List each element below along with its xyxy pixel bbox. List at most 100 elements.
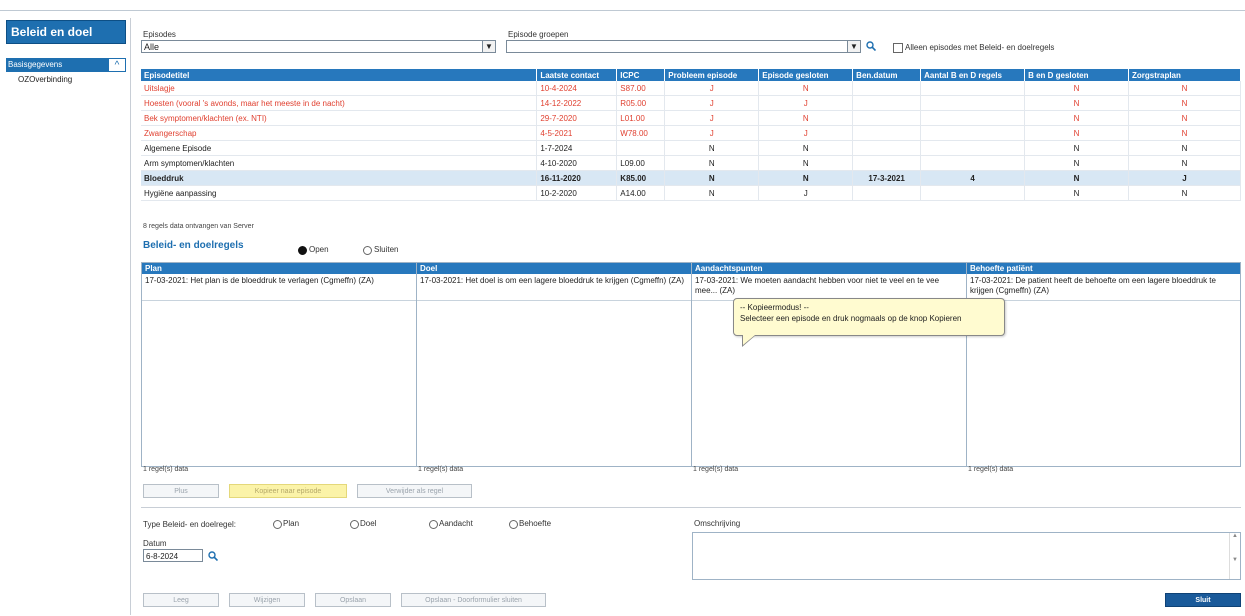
column-header[interactable]: Probleem episode (664, 69, 760, 81)
panel-title: Plan (142, 263, 416, 274)
column-header[interactable]: Zorgstraplan (1128, 69, 1241, 81)
table-cell: K85.00 (616, 170, 666, 186)
radio-type-plan-label: Plan (283, 519, 300, 528)
table-cell: L01.00 (616, 110, 666, 126)
description-textarea[interactable]: ▲ ▼ (692, 532, 1241, 580)
only-with-rules-label: Alleen episodes met Beleid- en doelregel… (905, 43, 1055, 52)
sidebar-group-label: Basisgegevens (8, 60, 63, 69)
clear-button[interactable]: Leeg (143, 593, 219, 607)
table-cell: 16-11-2020 (536, 170, 618, 186)
table-row[interactable]: Algemene Episode 1-7-2024 N N N N (141, 140, 1241, 156)
radio-type-aandacht[interactable] (429, 520, 438, 529)
radio-type-behoefte[interactable] (509, 520, 518, 529)
radio-closed[interactable] (363, 246, 372, 255)
panel-title: Aandachtspunten (692, 263, 966, 274)
chevron-up-icon[interactable]: ^ (108, 58, 126, 72)
panel-row[interactable]: 17-03-2021: Het doel is om een lagere bl… (417, 274, 691, 301)
table-cell: N (1024, 125, 1129, 141)
column-header[interactable]: Episodetitel (141, 69, 538, 81)
save-close-button[interactable]: Opslaan - Doorformulier sluiten (401, 593, 546, 607)
table-cell (920, 140, 1026, 156)
episodes-select[interactable]: Alle ▼ (141, 40, 496, 53)
plus-button[interactable]: Plus (143, 484, 219, 498)
search-icon[interactable] (866, 41, 876, 51)
panel-count: 1 regel(s) data (143, 466, 189, 473)
radio-open[interactable] (298, 246, 307, 255)
sidebar-item-ozoverbinding[interactable]: OZOverbinding (18, 75, 72, 84)
column-header[interactable]: ICPC (616, 69, 666, 81)
table-row[interactable]: Bloeddruk 16-11-2020 K85.00 N N 17-3-2021 4 N J (141, 170, 1241, 186)
table-cell: R05.00 (616, 95, 666, 111)
chevron-down-icon[interactable]: ▼ (482, 41, 495, 52)
radio-type-doel[interactable] (350, 520, 359, 529)
chevron-down-icon[interactable]: ▼ (847, 41, 860, 52)
table-row[interactable]: Hoesten (vooral 's avonds, maar het mees… (141, 95, 1241, 111)
table-cell: W78.00 (616, 125, 666, 141)
calendar-search-icon[interactable] (208, 551, 218, 561)
only-with-rules-checkbox[interactable] (893, 43, 903, 53)
radio-type-plan[interactable] (273, 520, 282, 529)
table-cell (920, 95, 1026, 111)
table-cell: Zwangerschap (141, 125, 538, 141)
panel-count: 1 regel(s) data (693, 466, 739, 473)
table-cell: J (664, 81, 760, 96)
tooltip-line1: -- Kopieermodus! -- (740, 303, 809, 312)
column-header[interactable]: Laatste contact (536, 69, 618, 81)
remove-rule-button[interactable]: Verwijder als regel (357, 484, 472, 498)
table-cell: N (664, 185, 760, 201)
column-header[interactable]: Aantal B en D regels (920, 69, 1026, 81)
table-cell: N (1128, 140, 1241, 156)
close-button[interactable]: Sluit (1165, 593, 1241, 607)
table-cell: Bek symptomen/klachten (ex. NTI) (141, 110, 538, 126)
table-row[interactable]: Zwangerschap 4-5-2021 W78.00 J J N N (141, 125, 1241, 141)
table-cell: 29-7-2020 (536, 110, 618, 126)
sidebar-group-basisgegevens[interactable]: Basisgegevens ^ (6, 58, 126, 72)
table-cell: N (1024, 110, 1129, 126)
table-cell: Arm symptomen/klachten (141, 155, 538, 171)
table-cell: N (1128, 185, 1241, 201)
episode-groups-select[interactable]: ▼ (506, 40, 861, 53)
episodes-select-value: Alle (144, 42, 160, 52)
table-header-row: Episodetitel Laatste contact ICPC Proble… (141, 69, 1241, 81)
table-cell: N (758, 170, 854, 186)
section-title: Beleid- en doelregels (143, 240, 244, 251)
table-row[interactable]: Hygiëne aanpassing 10-2-2020 A14.00 N J N N (141, 185, 1241, 201)
date-label: Datum (143, 539, 167, 548)
tooltip-line2: Selecteer een episode en druk nogmaals o… (740, 314, 962, 323)
panel-doel: Doel 17-03-2021: Het doel is om een lage… (416, 262, 692, 467)
table-row[interactable]: Bek symptomen/klachten (ex. NTI) 29-7-202… (141, 110, 1241, 126)
panel-row[interactable]: 17-03-2021: De patient heeft de behoefte… (967, 274, 1240, 301)
column-header[interactable]: B en D gesloten (1024, 69, 1129, 81)
table-cell: N (1128, 155, 1241, 171)
date-input[interactable]: 6-8-2024 (143, 549, 203, 562)
copy-to-episode-button[interactable]: Kopieer naar episode (229, 484, 347, 498)
table-cell: 17-3-2021 (852, 170, 922, 186)
radio-type-doel-label: Doel (360, 519, 377, 528)
table-row[interactable]: Arm symptomen/klachten 4-10-2020 L09.00 N N N… (141, 155, 1241, 171)
panel-row[interactable]: 17-03-2021: Het plan is de bloeddruk te … (142, 274, 416, 301)
panel-count: 1 regel(s) data (968, 466, 1014, 473)
panel-aandachtspunten: Aandachtspunten 17-03-2021: We moeten aa… (691, 262, 967, 467)
edit-button[interactable]: Wijzigen (229, 593, 305, 607)
table-cell: J (758, 95, 854, 111)
column-header[interactable]: Ben.datum (852, 69, 922, 81)
table-cell: Bloeddruk (141, 170, 538, 186)
save-button[interactable]: Opslaan (315, 593, 391, 607)
table-cell: N (1024, 155, 1129, 171)
table-cell: Hoesten (vooral 's avonds, maar het mees… (141, 95, 538, 111)
radio-type-behoefte-label: Behoefte (519, 519, 552, 528)
radio-type-aandacht-label: Aandacht (439, 519, 473, 528)
scrollbar[interactable]: ▲ ▼ (1229, 533, 1240, 579)
table-cell: N (664, 155, 760, 171)
table-cell: J (664, 95, 760, 111)
table-row[interactable]: Uitslagje 10-4-2024 S87.00 J N N N (141, 81, 1241, 96)
table-cell: 4 (920, 170, 1026, 186)
panel-row[interactable]: 17-03-2021: We moeten aandacht hebben vo… (692, 274, 966, 301)
table-cell: L09.00 (616, 155, 666, 171)
panel-count: 1 regel(s) data (418, 466, 464, 473)
table-cell: 14-12-2022 (536, 95, 618, 111)
sidebar-title: Beleid en doel (6, 20, 126, 44)
table-cell: N (1128, 81, 1241, 96)
column-header[interactable]: Episode gesloten (758, 69, 854, 81)
table-cell (852, 185, 922, 201)
